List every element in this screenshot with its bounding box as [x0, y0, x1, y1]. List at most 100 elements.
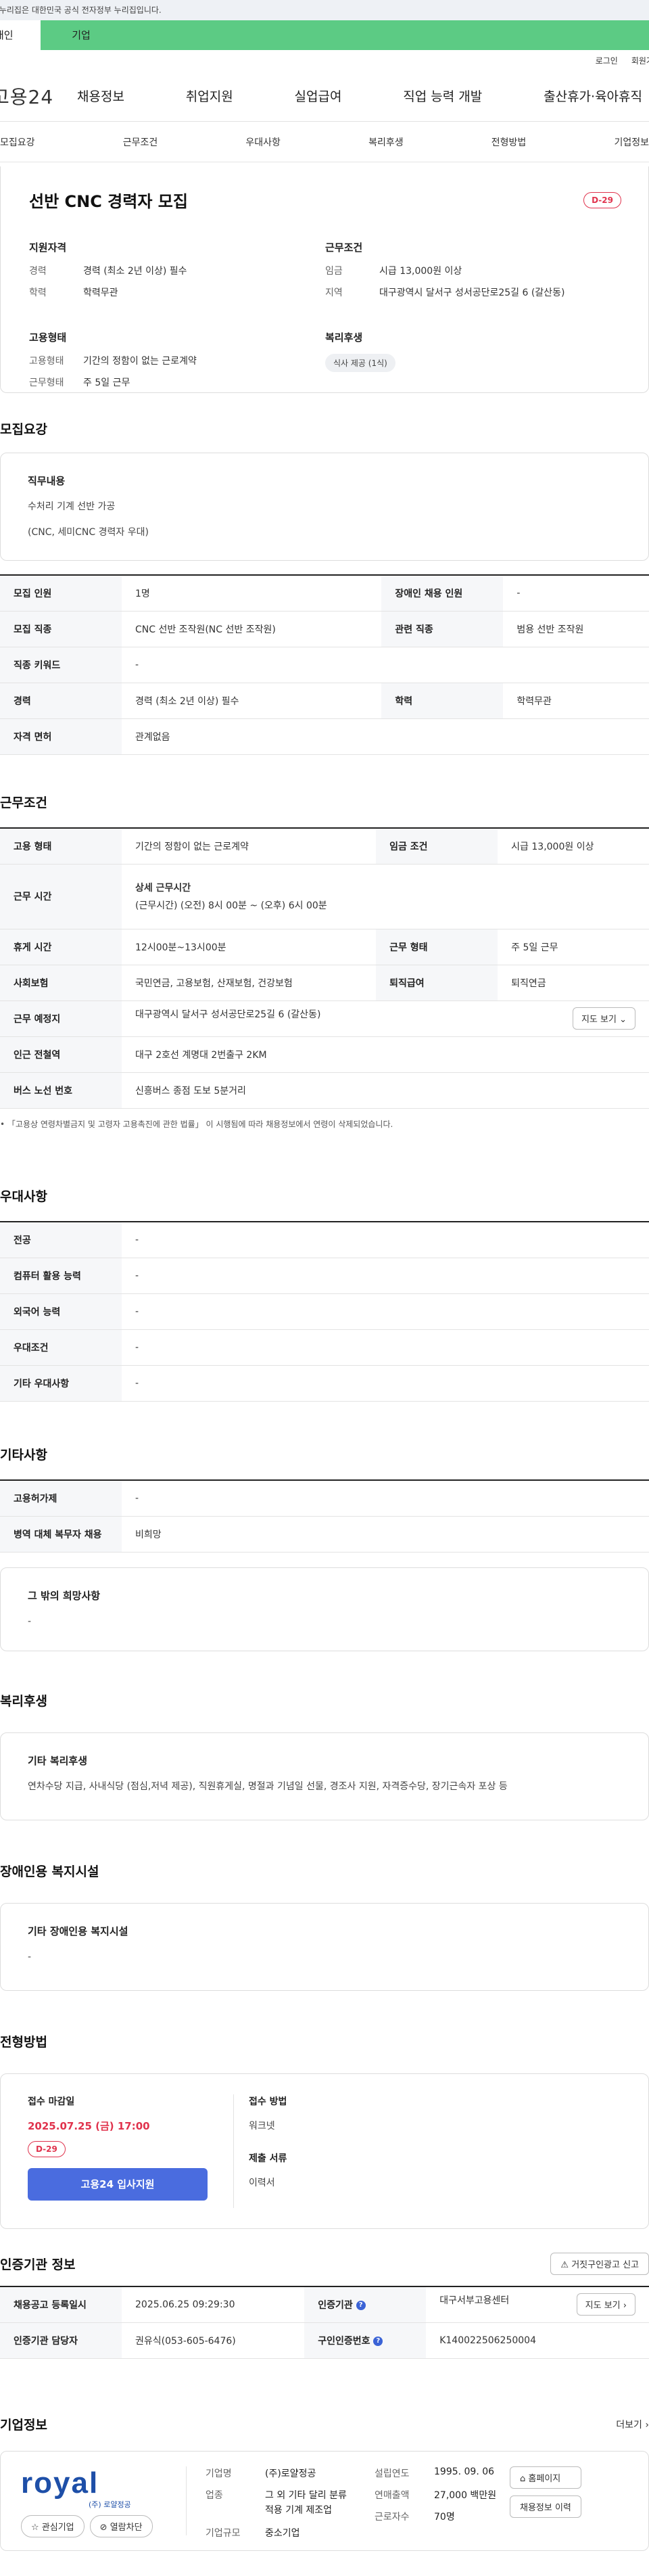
table-row: 채용공고 등록일시 2025.06.25 09:29:30 인증기관 ? 대구서부…	[0, 2286, 649, 2323]
table-row: 컴퓨터 활용 능력 -	[0, 1258, 649, 1294]
table-row: 휴게 시간 12시00분~13시00분 근무 형태 주 5일 근무	[0, 929, 649, 965]
recruit-section: 모집요강 직무내용 수처리 기계 선반 가공 (CNC, 세미CNC 경력자 우…	[0, 419, 649, 755]
table-row: 고용 형태 기간의 정함이 없는 근로계약 임금 조건 시급 13,000원 이상	[0, 828, 649, 865]
job-title: 선반 CNC 경력자 모집	[29, 192, 188, 211]
work-form-value: 주 5일 근무	[83, 377, 130, 388]
job-summary-card: 선반 CNC 경력자 모집 D-29 지원자격 경력 경력 (최소 2년 이상) …	[0, 166, 649, 393]
benefit-heading: 기타 복리후생	[28, 1755, 88, 1767]
info-icon[interactable]: ?	[373, 2336, 383, 2346]
qual-career-value: 경력 (최소 2년 이상) 필수	[83, 266, 187, 277]
block-view-button[interactable]: ⊘ 열람차단	[89, 2515, 153, 2537]
recruit-title: 모집요강	[0, 422, 47, 437]
homepage-button[interactable]: ⌂ 홈페이지	[510, 2466, 581, 2489]
deadline-label: 접수 마감일	[28, 2096, 75, 2107]
cond-region-label: 지역	[325, 288, 343, 298]
table-row: 우대조건 -	[0, 1329, 649, 1366]
job-history-button[interactable]: 채용정보 이력	[510, 2496, 581, 2518]
company-size-value: 중소기업	[265, 2528, 300, 2539]
login-link[interactable]: 로그인	[596, 55, 618, 66]
table-row: 인증기관 담당자 권유식(053-605-6476) 구인인증번호 ? K1400…	[0, 2322, 649, 2359]
table-row: 경력 경력 (최소 2년 이상) 필수 학력 학력무관	[0, 683, 649, 719]
disabled-heading: 기타 장애인용 복지시설	[28, 1925, 128, 1937]
pref-title: 우대사항	[0, 1189, 47, 1204]
emp-type-value: 기간의 정함이 없는 근로계약	[83, 356, 197, 367]
work-section: 근무조건 고용 형태 기간의 정함이 없는 근로계약 임금 조건 시급 13,000…	[0, 793, 649, 1130]
tab-work-condition[interactable]: 근무조건	[123, 135, 158, 149]
block-icon: ⊘	[99, 2523, 107, 2533]
cond-wage-value: 시급 13,000원 이상	[379, 266, 462, 277]
work-form-label: 근무형태	[29, 377, 64, 388]
cond-region-value: 대구광역시 달서구 성서공단로25길 6 (갈산동)	[379, 288, 565, 298]
disabled-value: -	[28, 1952, 32, 1962]
map-view-button[interactable]: 지도 보기 ⌄	[572, 1007, 635, 1030]
benefit-title: 복리후생	[0, 1694, 47, 1709]
tab-benefit[interactable]: 복리후생	[368, 135, 404, 149]
etc-section: 기타사항 고용허가제 - 병역 대체 복무자 채용 비희망 그 밖의 희망사항 -	[0, 1445, 649, 1651]
alert-icon: ⚠	[560, 2260, 569, 2270]
welfare-chip: 식사 제공 (1식)	[325, 354, 395, 372]
process-title: 전형방법	[0, 2035, 47, 2050]
table-row: 직종 키워드 -	[0, 647, 649, 683]
benefit-value: 연차수당 지급, 사내식당 (점심,저녁 제공), 직원휴게실, 명절과 기념일…	[28, 1781, 508, 1792]
tab-process[interactable]: 전형방법	[491, 135, 527, 149]
company-year-label: 설립연도	[375, 2468, 410, 2479]
table-row: 기타 우대사항 -	[0, 1365, 649, 1402]
time-detail-value: (근무시간) (오전) 8시 00분 ~ (오후) 6시 00분	[135, 900, 327, 911]
disabled-facility-section: 장애인용 복지시설 기타 장애인용 복지시설 -	[0, 1862, 649, 1991]
agency-title: 인증기관 정보	[0, 2257, 76, 2272]
welfare-heading: 복리후생	[325, 331, 363, 344]
process-dday-badge: D-29	[28, 2141, 66, 2157]
chevron-right-icon: ›	[623, 2301, 627, 2312]
menu-unemployment[interactable]: 실업급여	[295, 87, 342, 105]
other-wishes-heading: 그 밖의 희망사항	[28, 1589, 101, 1602]
duty-heading: 직무내용	[28, 475, 66, 487]
duty-line-1: 수처리 기계 선반 가공	[28, 501, 116, 512]
process-section: 전형방법 접수 마감일 2025.07.25 (금) 17:00 D-29 고용…	[0, 2032, 649, 2229]
global-nav: 고용24 채용정보 취업지원 실업급여 직업 능력 개발 출산휴가·육아휴직	[0, 70, 649, 122]
tab-personal[interactable]: 개인	[0, 20, 41, 50]
company-more-link[interactable]: 더보기 ›	[616, 2418, 649, 2431]
company-logo: royal	[21, 2466, 99, 2500]
menu-training[interactable]: 직업 능력 개발	[403, 87, 482, 105]
age-law-note: • 「고용상 연령차별금지 및 고령자 고용촉진에 관한 법률」 이 시행됨에 …	[0, 1119, 393, 1129]
detail-tabs: 모집요강 근무조건 우대사항 복리후생 전형방법 기업정보	[0, 122, 649, 162]
deadline-value: 2025.07.25 (금) 17:00	[28, 2120, 150, 2132]
join-link[interactable]: 회원가입	[631, 55, 649, 66]
tab-preference[interactable]: 우대사항	[245, 135, 281, 149]
apply-button[interactable]: 고용24 입사지원	[28, 2168, 208, 2201]
method-value: 워크넷	[249, 2121, 275, 2132]
company-industry-value: 그 외 기타 달리 분류 적용 기계 제조업	[265, 2490, 347, 2516]
company-logo-sub: (주) 로얄정공	[89, 2500, 131, 2509]
menu-jobs[interactable]: 채용정보	[77, 87, 124, 105]
agency-org-value: 대구서부고용센터	[439, 2295, 510, 2307]
etc-table: 고용허가제 - 병역 대체 복무자 채용 비희망	[0, 1479, 649, 1552]
agency-section: 인증기관 정보 ⚠ 거짓구인광고 신고 채용공고 등록일시 2025.06.25 …	[0, 2253, 649, 2359]
table-row: 전공 -	[0, 1222, 649, 1258]
tab-recruit[interactable]: 모집요강	[0, 135, 35, 149]
company-section: 기업정보 더보기 › royal (주) 로얄정공 ☆ 관심기업 ⊘ 열람차단 …	[0, 2415, 649, 2551]
etc-title: 기타사항	[0, 1448, 47, 1463]
qual-career-label: 경력	[29, 266, 47, 277]
table-row: 병역 대체 복무자 채용 비희망	[0, 1516, 649, 1552]
recruit-table: 모집 인원 1명 장애인 채용 인원 - 모집 직종 CNC 선반 조작원(NC 선반…	[0, 574, 649, 755]
info-icon[interactable]: ?	[356, 2300, 366, 2310]
interest-company-button[interactable]: ☆ 관심기업	[21, 2515, 85, 2537]
table-row: 모집 직종 CNC 선반 조작원(NC 선반 조작원) 관련 직종 범용 선반 조작…	[0, 611, 649, 647]
duty-card: 직무내용 수처리 기계 선반 가공 (CNC, 세미CNC 경력자 우대)	[0, 453, 649, 561]
table-row: 모집 인원 1명 장애인 채용 인원 -	[0, 575, 649, 612]
menu-employment-support[interactable]: 취업지원	[186, 87, 233, 105]
company-size-label: 기업규모	[206, 2528, 241, 2539]
report-false-ad-button[interactable]: ⚠ 거짓구인광고 신고	[550, 2253, 649, 2275]
docs-value: 이력서	[249, 2178, 275, 2188]
work-title: 근무조건	[0, 796, 47, 810]
tab-company-info[interactable]: 기업정보	[614, 135, 649, 149]
emp-type-heading: 고용형태	[29, 331, 67, 344]
home-icon: ⌂	[520, 2474, 526, 2484]
chevron-down-icon: ⌄	[619, 1015, 627, 1025]
agency-map-button[interactable]: 지도 보기 ›	[576, 2293, 635, 2316]
menu-parental-leave[interactable]: 출산휴가·육아휴직	[544, 87, 642, 105]
tab-company[interactable]: 기업	[41, 20, 122, 50]
disabled-title: 장애인용 복지시설	[0, 1864, 99, 1879]
table-row: 고용허가제 -	[0, 1480, 649, 1517]
site-logo[interactable]: 고용24	[0, 83, 66, 110]
